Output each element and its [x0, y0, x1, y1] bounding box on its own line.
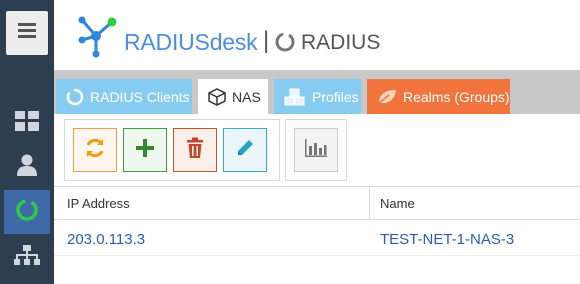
tab-label: RADIUS Clients — [90, 88, 190, 105]
reload-button[interactable] — [73, 128, 117, 172]
graph-button[interactable] — [294, 128, 338, 172]
ring-icon — [66, 88, 84, 106]
sidebar-item-radius[interactable] — [4, 190, 50, 234]
sidebar — [0, 0, 54, 284]
sidebar-item-users[interactable] — [4, 145, 50, 189]
sidebar-item-dashboard[interactable] — [4, 101, 50, 145]
tab-label: Realms (Groups) — [403, 88, 510, 105]
toolbar — [54, 114, 580, 186]
tab-realms-groups[interactable]: Realms (Groups) — [367, 79, 510, 114]
cell-name: TEST-NET-1-NAS-3 — [380, 230, 515, 248]
tab-label: NAS — [232, 88, 261, 105]
toolbar-group-actions — [64, 119, 280, 181]
brand-name: RADIUSdesk — [124, 29, 258, 55]
radius-ring-icon — [274, 31, 296, 58]
cube-icon — [208, 87, 226, 106]
nas-grid: IP Address Name 203.0.113.3 TEST-NET-1-N… — [54, 186, 580, 284]
cubes-icon — [284, 88, 306, 106]
dashboard-grid-icon — [15, 110, 39, 136]
user-icon — [16, 154, 38, 181]
menu-toggle-button[interactable] — [6, 11, 48, 55]
add-button[interactable] — [123, 128, 167, 172]
radius-ring-icon — [15, 198, 39, 227]
hamburger-menu-icon — [18, 23, 36, 43]
trash-icon — [185, 137, 205, 164]
app-header: RADIUSdesk | RADIUS — [54, 0, 580, 70]
delete-button[interactable] — [173, 128, 217, 172]
pencil-icon — [235, 138, 255, 163]
tab-nas[interactable]: NAS — [198, 79, 268, 114]
column-header-ip-address[interactable]: IP Address — [67, 187, 130, 220]
column-divider[interactable] — [369, 187, 370, 220]
toolbar-group-graphs — [285, 119, 347, 181]
tab-profiles[interactable]: Profiles — [274, 79, 361, 114]
radiusdesk-logo-icon — [74, 14, 118, 63]
reload-icon — [83, 136, 107, 165]
tab-label: Profiles — [312, 88, 359, 105]
column-header-name[interactable]: Name — [380, 187, 415, 220]
bar-chart-icon — [304, 138, 328, 163]
tab-radius-clients[interactable]: RADIUS Clients — [56, 79, 192, 114]
grid-header: IP Address Name — [54, 186, 580, 220]
tab-strip: RADIUS Clients NAS Profiles Realms (Grou… — [54, 70, 580, 114]
edit-button[interactable] — [223, 128, 267, 172]
cell-ip-address: 203.0.113.3 — [67, 230, 146, 248]
plus-icon — [135, 138, 155, 163]
brand-separator: | — [263, 27, 270, 54]
network-tree-icon — [14, 244, 40, 272]
section-title: RADIUS — [301, 31, 381, 54]
table-row[interactable]: 203.0.113.3 TEST-NET-1-NAS-3 — [54, 222, 580, 256]
sidebar-item-network[interactable] — [4, 236, 50, 280]
leaf-icon — [377, 89, 397, 105]
